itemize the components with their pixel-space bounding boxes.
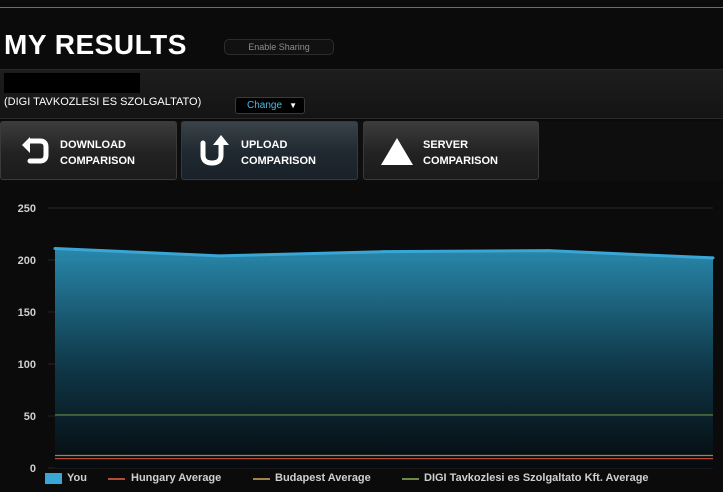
chevron-down-icon: ▼	[289, 101, 297, 110]
download-icon	[22, 137, 49, 164]
data-point-you	[547, 249, 550, 253]
upload-comparison-button[interactable]: UPLOAD COMPARISON	[181, 121, 358, 180]
legend-label-you: You	[67, 472, 87, 484]
data-point-you	[382, 250, 386, 254]
download-label-line2: COMPARISON	[60, 155, 135, 167]
series-area-you	[55, 248, 713, 468]
enable-sharing-button[interactable]: Enable Sharing	[224, 39, 334, 55]
server-label-line2: COMPARISON	[423, 155, 498, 167]
legend-swatch-hungary	[108, 478, 125, 480]
y-tick-label: 100	[18, 359, 36, 371]
y-tick-label: 50	[24, 411, 36, 423]
legend-swatch-you	[45, 473, 62, 484]
y-tick-label: 250	[18, 203, 36, 215]
download-comparison-button[interactable]: DOWNLOAD COMPARISON	[0, 121, 177, 180]
legend-label-hungary: Hungary Average	[131, 472, 222, 484]
y-tick-label: 200	[18, 255, 36, 267]
legend-swatch-budapest	[253, 478, 270, 480]
isp-name: (DIGI TAVKOZLESI ES SZOLGALTATO)	[4, 96, 202, 108]
legend-label-digi: DIGI Tavkozlesi es Szolgaltato Kft. Aver…	[424, 472, 649, 484]
upload-label-line1: UPLOAD	[241, 139, 288, 151]
redacted-ip-block	[4, 73, 140, 93]
data-point-you	[218, 254, 221, 258]
server-comparison-button[interactable]: SERVER COMPARISON	[363, 121, 539, 180]
page-title: MY RESULTS	[4, 29, 187, 60]
upload-icon	[200, 135, 229, 166]
speed-chart-svg: 050100150200250	[18, 203, 715, 475]
download-label-line1: DOWNLOAD	[60, 139, 126, 151]
change-isp-dropdown[interactable]: Change ▼	[235, 97, 305, 114]
server-label-line1: SERVER	[423, 139, 469, 151]
change-label: Change	[247, 100, 283, 111]
chart-legend: You Hungary Average Budapest Average DIG…	[0, 470, 723, 492]
server-icon	[381, 138, 413, 165]
data-point-you	[53, 247, 57, 251]
upload-label-line2: COMPARISON	[241, 155, 316, 167]
legend-label-budapest: Budapest Average	[275, 472, 371, 484]
data-point-you	[711, 256, 715, 260]
y-tick-label: 150	[18, 307, 36, 319]
top-divider	[0, 7, 723, 8]
legend-swatch-digi	[402, 478, 419, 480]
speed-chart: 0 50 100 150 200 250	[0, 190, 723, 492]
